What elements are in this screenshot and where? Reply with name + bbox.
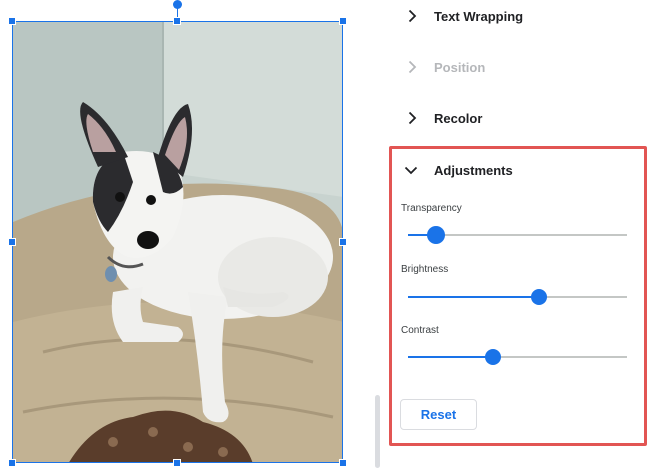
section-title: Recolor xyxy=(434,110,483,126)
resize-handle-bottom-left[interactable] xyxy=(8,459,16,467)
transparency-slider[interactable] xyxy=(408,226,627,244)
slider-thumb[interactable] xyxy=(531,289,548,305)
transparency-label: Transparency xyxy=(401,203,462,214)
brightness-label: Brightness xyxy=(401,264,449,275)
section-recolor[interactable]: Recolor xyxy=(385,100,650,136)
resize-handle-top[interactable] xyxy=(173,17,181,25)
chevron-right-icon xyxy=(408,111,417,125)
resize-handle-left[interactable] xyxy=(8,238,16,246)
resize-handle-bottom-right[interactable] xyxy=(339,459,347,467)
document-canvas xyxy=(0,0,372,468)
resize-handle-right[interactable] xyxy=(339,238,347,246)
slider-fill xyxy=(408,296,540,298)
chevron-right-icon xyxy=(408,9,417,23)
reset-button[interactable]: Reset xyxy=(400,399,477,430)
brightness-slider[interactable] xyxy=(408,289,627,305)
resize-handle-bottom[interactable] xyxy=(173,459,181,467)
section-title: Position xyxy=(434,59,486,75)
resize-handle-top-right[interactable] xyxy=(339,17,347,25)
slider-thumb[interactable] xyxy=(485,349,502,365)
contrast-slider[interactable] xyxy=(408,349,627,365)
document-scrollbar[interactable] xyxy=(375,395,380,468)
dog-photo xyxy=(13,22,342,462)
section-text-wrapping[interactable]: Text Wrapping xyxy=(385,0,650,34)
resize-handle-top-left[interactable] xyxy=(8,17,16,25)
contrast-label: Contrast xyxy=(401,325,439,336)
rotate-handle[interactable] xyxy=(173,0,182,9)
slider-thumb[interactable] xyxy=(427,226,446,244)
selected-image[interactable] xyxy=(12,21,343,463)
section-position: Position xyxy=(385,49,650,85)
chevron-right-icon xyxy=(408,60,417,74)
section-title: Text Wrapping xyxy=(434,8,524,24)
slider-fill xyxy=(408,356,494,358)
